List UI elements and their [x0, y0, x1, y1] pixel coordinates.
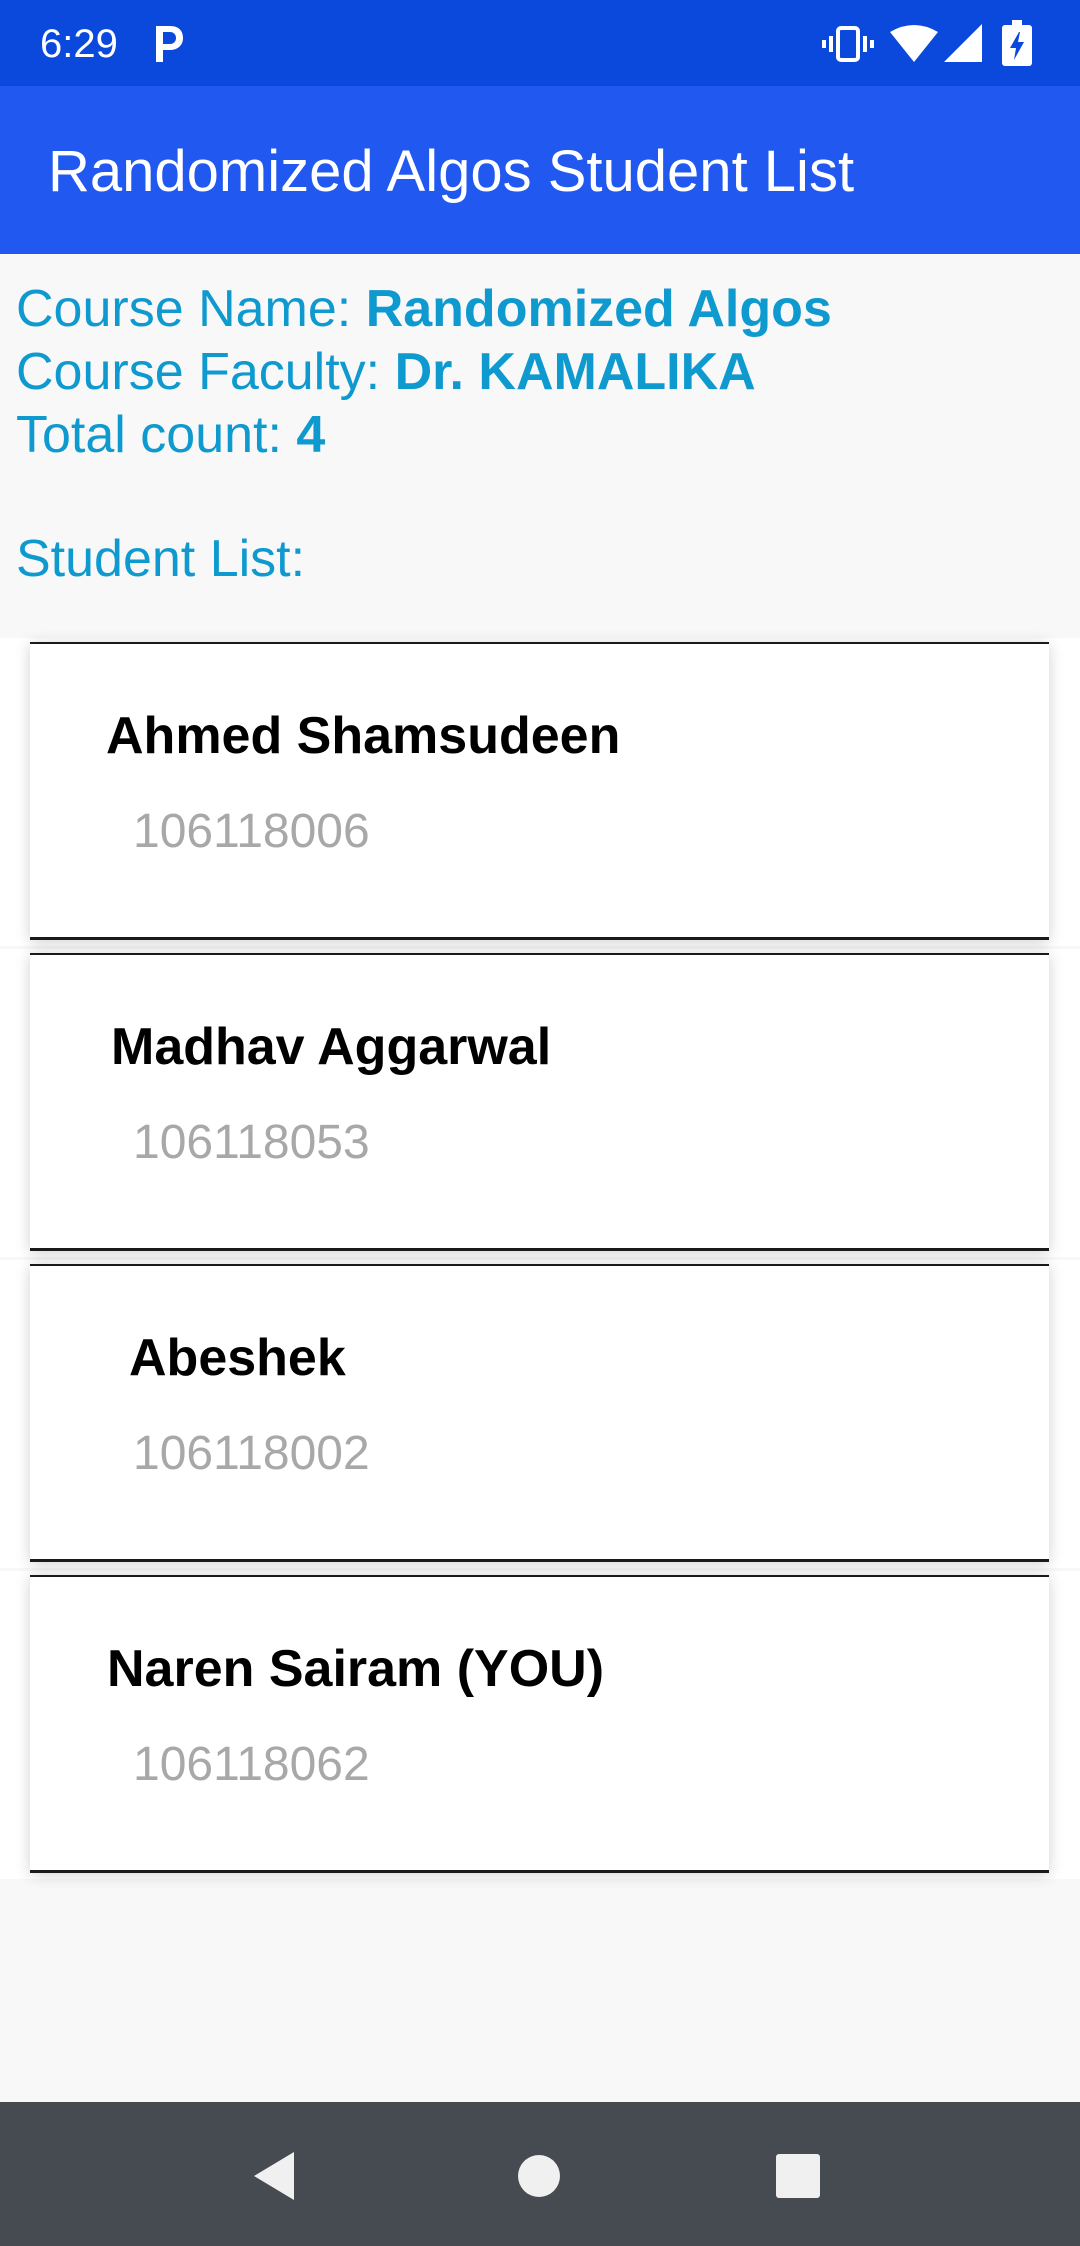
student-name: Naren Sairam (YOU) — [107, 1640, 605, 1698]
wifi-icon — [890, 25, 938, 62]
course-faculty-line: Course Faculty: Dr. KAMALIKA — [16, 341, 832, 404]
student-id: 106118062 — [133, 1738, 370, 1791]
course-faculty-label: Course Faculty: — [16, 343, 395, 401]
status-bar: 6:29 — [0, 0, 1080, 86]
battery-charging-icon — [1002, 20, 1032, 66]
course-name-line: Course Name: Randomized Algos — [16, 278, 832, 341]
home-icon[interactable] — [517, 2154, 561, 2198]
student-name: Madhav Aggarwal — [111, 1018, 552, 1076]
student-card[interactable]: Madhav Aggarwal 106118053 — [30, 953, 1049, 1251]
course-info: Course Name: Randomized Algos Course Fac… — [16, 278, 832, 467]
course-faculty-value: Dr. KAMALIKA — [394, 343, 756, 401]
status-time: 6:29 — [40, 22, 118, 66]
vibrate-icon — [822, 26, 874, 62]
student-name: Ahmed Shamsudeen — [106, 707, 621, 765]
course-name-value: Randomized Algos — [365, 280, 832, 338]
student-card[interactable]: Naren Sairam (YOU) 106118062 — [30, 1575, 1049, 1873]
student-list-heading: Student List: — [16, 530, 306, 588]
student-card[interactable]: Abeshek 106118002 — [30, 1264, 1049, 1562]
total-count-value: 4 — [296, 406, 326, 464]
total-count-line: Total count: 4 — [16, 404, 832, 467]
recents-icon[interactable] — [776, 2154, 820, 2198]
student-id: 106118006 — [133, 805, 370, 858]
app-title: Randomized Algos Student List — [48, 139, 855, 204]
student-id: 106118002 — [133, 1427, 370, 1480]
p-notification-icon — [156, 26, 183, 62]
student-name: Abeshek — [129, 1329, 346, 1387]
student-id: 106118053 — [133, 1116, 370, 1169]
total-count-label: Total count: — [16, 406, 297, 464]
navigation-bar — [0, 2102, 1080, 2246]
student-card[interactable]: Ahmed Shamsudeen 106118006 — [30, 642, 1049, 940]
back-icon[interactable] — [250, 2150, 298, 2202]
signal-icon — [944, 24, 982, 62]
app-bar: Randomized Algos Student List — [0, 86, 1080, 254]
course-name-label: Course Name: — [16, 280, 366, 338]
